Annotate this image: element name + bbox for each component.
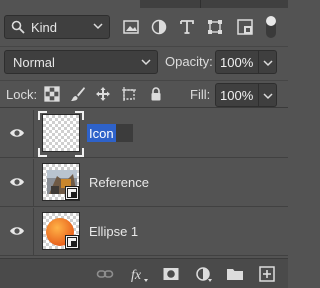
layer-thumbnail[interactable] [42,114,80,152]
filter-toggle[interactable] [266,16,276,38]
opacity-value: 100% [220,55,254,70]
lock-transparent-pixels-icon[interactable] [44,86,60,102]
opacity-label: Opacity: [165,54,213,69]
fill-label: Fill: [190,87,211,102]
svg-text:fx: fx [131,268,142,283]
add-layer-mask-icon[interactable] [162,265,180,283]
visibility-toggle[interactable] [0,159,34,206]
smart-object-icon [67,188,77,198]
smart-object-badge [65,186,79,200]
layer-row-ellipse-1[interactable]: Ellipse 1 [0,208,288,256]
chevron-down-icon [93,23,103,30]
layer-thumbnail[interactable] [42,163,80,201]
lock-label: Lock: [6,87,38,102]
new-group-folder-icon[interactable] [226,265,244,283]
lock-all-icon[interactable] [148,86,164,102]
search-icon [11,20,25,34]
lock-row: Lock: Fill: 100% [0,80,288,108]
new-adjustment-layer-icon[interactable] [195,265,213,283]
eye-icon [10,227,24,235]
opacity-dropdown-button[interactable] [259,50,277,74]
fill-input[interactable]: 100% [215,83,259,107]
lock-artboard-icon[interactable] [121,86,137,102]
chevron-down-icon [263,93,273,100]
lock-image-pixels-brush-icon[interactable] [70,86,86,102]
lock-position-move-icon[interactable] [95,86,111,102]
layer-name: Reference [89,175,149,190]
layers-bottom-toolbar: fx [0,258,288,288]
layer-name-selected-text: Icon [87,124,116,142]
blend-mode-value: Normal [13,55,55,70]
fill-dropdown-button[interactable] [259,83,277,107]
toggle-knob [266,16,276,26]
layer-thumbnail[interactable] [42,212,80,250]
fill-value: 100% [220,88,254,103]
layer-name: Ellipse 1 [89,224,139,239]
smart-object-filter-icon[interactable] [235,17,255,37]
blend-mode-select[interactable]: Normal [4,50,158,74]
eye-icon [10,129,24,137]
eye-icon [10,178,24,186]
shape-icon [67,237,77,247]
layer-effects-fx-icon[interactable]: fx [130,265,148,283]
new-layer-icon[interactable] [258,265,276,283]
tab-divider [200,0,201,8]
layer-row-reference[interactable]: Reference [0,159,288,207]
pixel-layer-filter-icon[interactable] [121,17,141,37]
chevron-down-icon [263,60,273,67]
type-layer-filter-icon[interactable] [177,17,197,37]
kind-filter-select[interactable]: Kind [4,15,110,39]
visibility-toggle[interactable] [0,110,34,157]
blend-row: Normal Opacity: 100% [0,46,288,76]
shape-layer-filter-icon[interactable] [205,17,225,37]
layer-name-edit-field[interactable]: Icon [87,124,133,142]
visibility-toggle[interactable] [0,208,34,255]
layer-row-icon[interactable]: Icon [0,110,288,158]
filter-row: Kind [0,12,288,42]
shape-layer-badge [65,235,79,249]
panel-tab-strip [0,0,288,8]
active-tab[interactable] [0,0,140,8]
chevron-down-icon [141,59,151,66]
adjustment-layer-filter-icon[interactable] [149,17,169,37]
opacity-input[interactable]: 100% [215,50,259,74]
link-layers-icon[interactable] [96,265,114,283]
layers-panel: Kind Normal Opacity: 100% Lock: Fill: 10… [0,0,288,288]
kind-filter-label: Kind [31,20,58,35]
